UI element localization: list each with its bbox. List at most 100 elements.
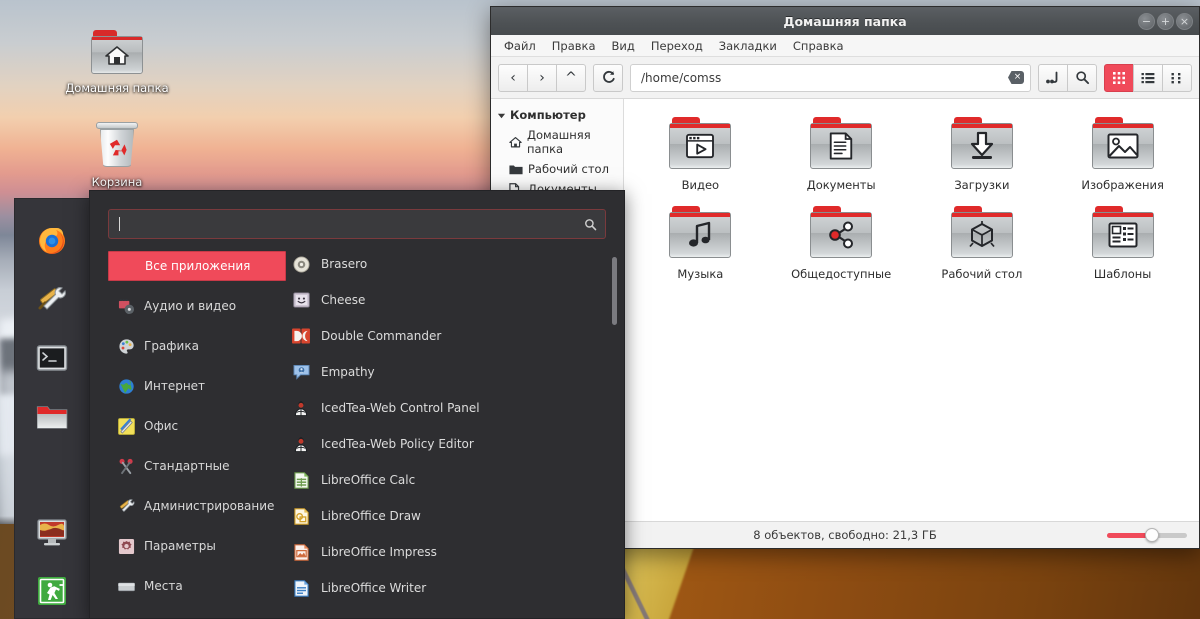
desktop-icon-trash[interactable]: Корзина [62,122,172,189]
dock-item-file-manager[interactable] [35,400,69,434]
menu-view[interactable]: Вид [605,37,642,55]
view-list-button[interactable] [1133,63,1163,92]
app-item-label: Double Commander [321,329,442,343]
trash-icon [95,122,139,168]
category-internet[interactable]: Интернет [108,371,286,401]
sidebar-group-computer[interactable]: Компьютер [491,105,623,125]
toolbar: ‹ › ^ /home/comss × [491,57,1199,99]
category-places[interactable]: Места [108,571,286,601]
file-item-label: Загрузки [954,178,1010,192]
app-item-label: LibreOffice Draw [321,509,421,523]
app-item-label: LibreOffice Impress [321,545,437,559]
category-label: Администрирование [144,499,275,513]
app-item-libreoffice-writer[interactable]: LibreOffice Writer [286,575,608,601]
libreoffice-writer-icon [292,579,310,597]
application-menu: Все приложения Аудио и видео Графика Инт… [89,190,625,619]
file-item-video[interactable]: Видео [630,111,771,198]
search-icon[interactable] [584,218,597,231]
desktop-root: Домашняя папка Корзина Домашняя папка − … [0,0,1200,619]
file-item-pictures[interactable]: Изображения [1052,111,1193,198]
back-button[interactable]: ‹ [498,63,528,92]
close-button[interactable]: × [1176,12,1193,30]
file-item-music[interactable]: Музыка [630,200,771,287]
app-item-empathy[interactable]: Empathy [286,359,608,385]
application-list[interactable]: Brasero Cheese Double Commander Empathy … [286,251,624,618]
app-list-scrollbar[interactable] [612,257,617,325]
category-multimedia[interactable]: Аудио и видео [108,291,286,321]
view-icons-button[interactable] [1104,63,1134,92]
window-controls: − + × [1138,7,1193,35]
category-graphics[interactable]: Графика [108,331,286,361]
category-accessories[interactable]: Стандартные [108,451,286,481]
category-label: Аудио и видео [144,299,237,313]
file-item-templates[interactable]: Шаблоны [1052,200,1193,287]
icedtea-icon [292,435,310,453]
menu-search-box[interactable] [108,209,606,239]
app-item-brasero[interactable]: Brasero [286,251,608,277]
path-input[interactable]: /home/comss [641,71,1008,85]
file-manager-titlebar[interactable]: Домашняя папка − + × [491,7,1199,35]
sidebar-item-home[interactable]: Домашняя папка [491,125,623,159]
forward-button[interactable]: › [527,63,557,92]
accessories-icon [117,457,135,475]
category-administration[interactable]: Администрирование [108,491,286,521]
libreoffice-calc-icon [292,471,310,489]
app-item-libreoffice-draw[interactable]: LibreOffice Draw [286,503,608,529]
dock-item-firefox[interactable] [35,223,69,257]
dock-item-display[interactable] [35,515,69,549]
places-icon [117,577,135,595]
app-item-libreoffice-calc[interactable]: LibreOffice Calc [286,467,608,493]
maximize-button[interactable]: + [1157,12,1174,30]
tool-button-group [1038,63,1097,92]
file-grid-area[interactable]: Видео Документы Загрузки Изображения Муз… [624,99,1199,521]
menu-help[interactable]: Справка [786,37,851,55]
view-compact-button[interactable] [1162,63,1192,92]
category-office[interactable]: Офис [108,411,286,441]
dock-item-logout[interactable] [35,574,69,608]
terminal-icon [36,345,68,371]
app-item-icedtea-control-panel[interactable]: IcedTea-Web Control Panel [286,395,608,421]
multimedia-icon [117,297,135,315]
reload-button[interactable] [593,63,623,92]
app-item-libreoffice-impress[interactable]: LibreOffice Impress [286,539,608,565]
category-label: Графика [144,339,199,353]
app-item-cheese[interactable]: Cheese [286,287,608,313]
chevron-down-icon [497,113,506,118]
list-view-icon [1141,72,1155,83]
menu-go[interactable]: Переход [644,37,710,55]
file-item-downloads[interactable]: Загрузки [912,111,1053,198]
app-item-icedtea-policy-editor[interactable]: IcedTea-Web Policy Editor [286,431,608,457]
up-button[interactable]: ^ [556,63,586,92]
dock-item-settings[interactable] [35,282,69,316]
pictures-folder-icon [1091,117,1154,169]
file-item-public[interactable]: Общедоступные [771,200,912,287]
minimize-button[interactable]: − [1138,12,1155,30]
empathy-icon [292,363,310,381]
zoom-slider[interactable] [1107,528,1187,542]
administration-icon [117,497,135,515]
dock-item-terminal[interactable] [35,341,69,375]
sidebar-item-desktop[interactable]: Рабочий стол [491,159,623,179]
menu-edit[interactable]: Правка [545,37,603,55]
public-folder-icon [810,206,873,258]
documents-folder-icon [810,117,873,169]
category-preferences[interactable]: Параметры [108,531,286,561]
split-view-button[interactable] [1038,63,1068,92]
file-item-desktop[interactable]: Рабочий стол [912,200,1053,287]
app-item-double-commander[interactable]: Double Commander [286,323,608,349]
file-item-documents[interactable]: Документы [771,111,912,198]
app-item-label: Empathy [321,365,375,379]
menu-bookmarks[interactable]: Закладки [712,37,784,55]
desktop-icon-home[interactable]: Домашняя папка [62,30,172,95]
search-button[interactable] [1067,63,1097,92]
desktop-icon-label: Домашняя папка [65,81,169,95]
icon-view-icon [1113,71,1125,84]
file-item-label: Музыка [677,267,724,281]
double-commander-icon [292,327,310,345]
graphics-icon [117,337,135,355]
zoom-slider-knob[interactable] [1144,528,1159,542]
clear-icon[interactable]: × [1008,71,1024,84]
path-bar[interactable]: /home/comss × [630,63,1031,92]
menu-file[interactable]: Файл [497,37,543,55]
category-all-apps[interactable]: Все приложения [108,251,286,281]
